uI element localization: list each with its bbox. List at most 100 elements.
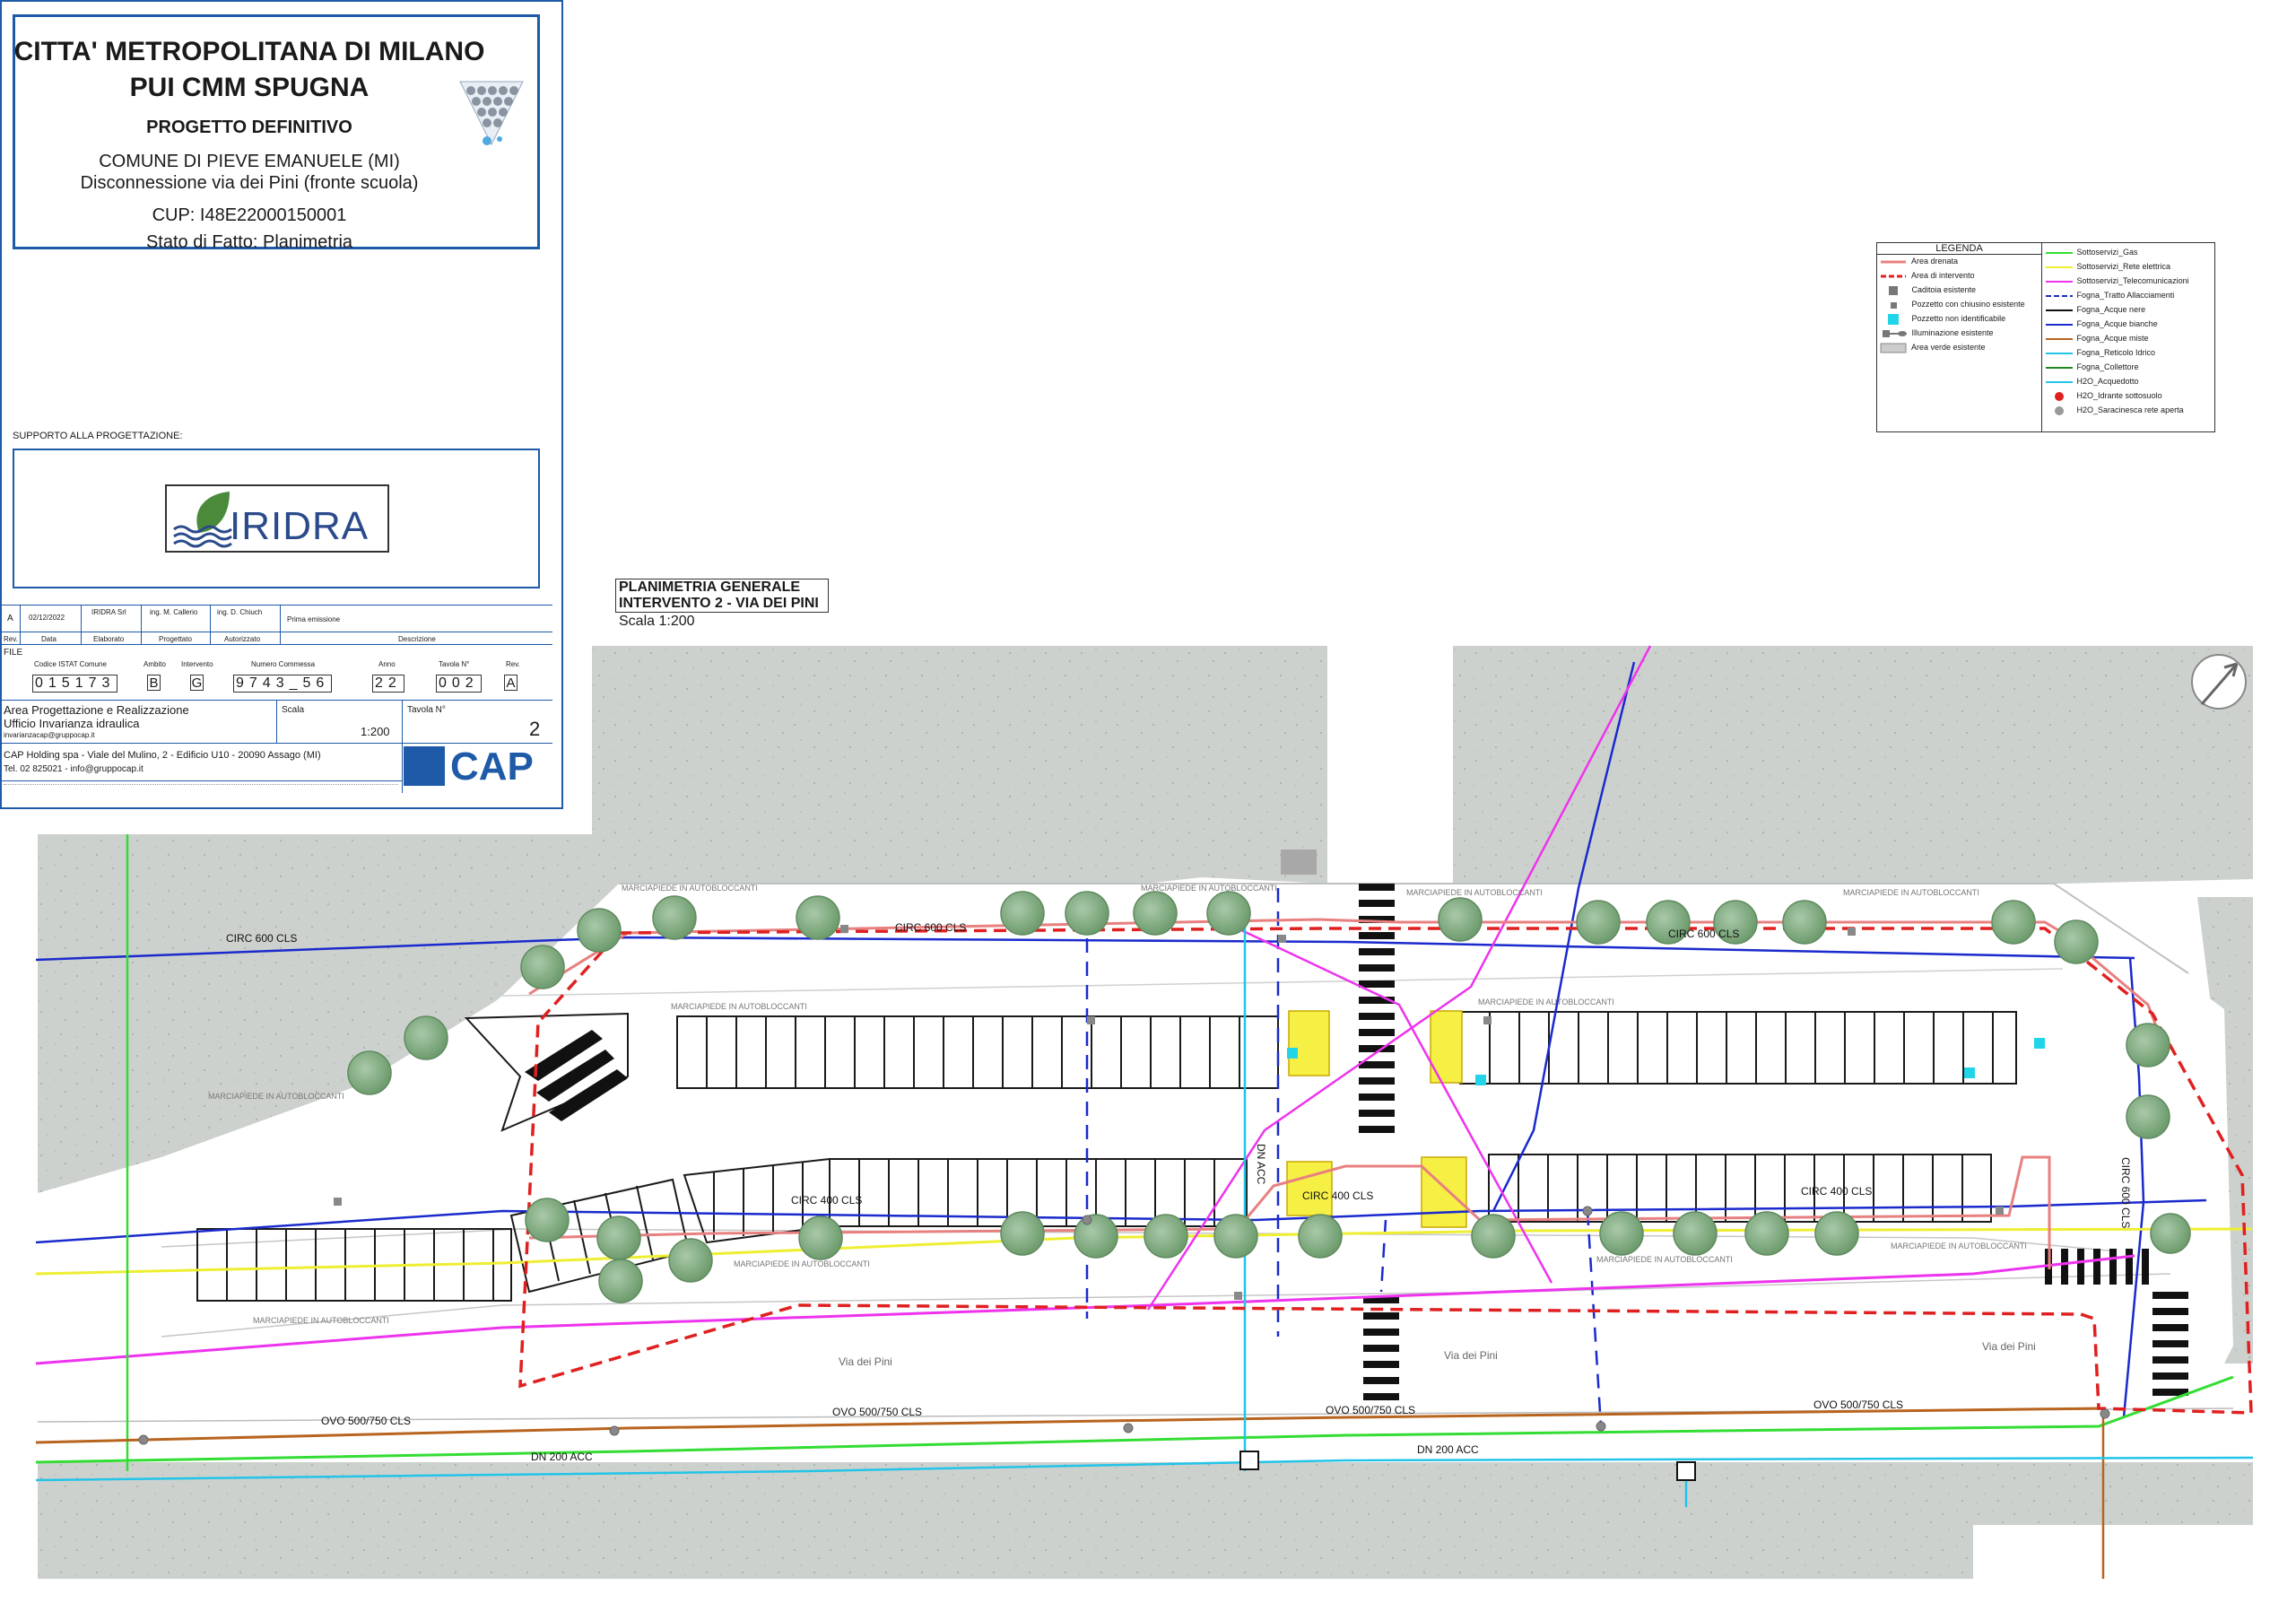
rev-date: 02/12/2022 bbox=[29, 614, 65, 622]
code-anno: 22 bbox=[372, 675, 404, 693]
code-hdr-rev: Rev. bbox=[506, 660, 520, 668]
legend-item: Pozzetto con chiusino esistente bbox=[1877, 297, 2025, 311]
hdr-progettato: Progettato bbox=[159, 635, 192, 643]
divider bbox=[2, 700, 552, 701]
hdr-elaborato: Elaborato bbox=[93, 635, 125, 643]
label-ovo-b: OVO 500/750 CLS bbox=[832, 1406, 922, 1418]
legend-item: Illuminazione esistente bbox=[1877, 326, 1994, 340]
code-commessa: 9743_56 bbox=[233, 675, 333, 693]
label-street-c: Via dei Pini bbox=[1982, 1340, 2036, 1353]
label-circ600-b: CIRC 600 CLS bbox=[895, 921, 966, 934]
legend-label: Fogna_Reticolo Idrico bbox=[2076, 348, 2156, 357]
tavola-label: Tavola N° bbox=[407, 705, 446, 715]
label-dn-b: DN 200 ACC bbox=[1417, 1443, 1479, 1456]
label-sidewalk-4: MARCIAPIEDE IN AUTOBLOCCANTI bbox=[1843, 888, 1979, 897]
code-hdr-intervento: Intervento bbox=[181, 660, 213, 668]
legend-swatch-water-network-icon bbox=[2046, 352, 2073, 354]
legend-label: Pozzetto non identificabile bbox=[1911, 314, 2006, 323]
label-dn-v: DN ACC bbox=[1255, 1144, 1267, 1185]
legend-item: Area drenata bbox=[1877, 254, 1958, 268]
divider bbox=[141, 605, 142, 644]
divider bbox=[2, 780, 402, 781]
label-sidewalk-5: MARCIAPIEDE IN AUTOBLOCCANTI bbox=[671, 1002, 807, 1011]
area-line2: Ufficio Invarianza idraulica bbox=[4, 717, 140, 730]
divider bbox=[2, 605, 552, 606]
code-rev: A bbox=[504, 675, 517, 691]
label-dn-a: DN 200 ACC bbox=[531, 1451, 593, 1463]
legend-label: Pozzetto con chiusino esistente bbox=[1911, 300, 2025, 309]
scala-value: 1:200 bbox=[361, 725, 390, 738]
title-block: CITTA' METROPOLITANA DI MILANO PUI CMM S… bbox=[0, 0, 563, 809]
cup-code: CUP: I48E22000150001 bbox=[152, 205, 347, 225]
legend-item: Fogna_Reticolo Idrico bbox=[2044, 345, 2155, 360]
legend-item: Fogna_Collettore bbox=[2044, 360, 2139, 374]
iridra-logo: IRIDRA bbox=[165, 484, 389, 553]
legend-label: H2O_Idrante sottosuolo bbox=[2076, 391, 2162, 400]
legend-label: Fogna_Acque bianche bbox=[2076, 319, 2158, 328]
legend-label: Fogna_Acque nere bbox=[2076, 305, 2146, 314]
legend-item: Area di intervento bbox=[1877, 268, 1975, 283]
divider bbox=[276, 700, 277, 743]
company-address: CAP Holding spa - Viale del Mulino, 2 - … bbox=[4, 750, 321, 761]
label-circ400-b: CIRC 400 CLS bbox=[1302, 1189, 1373, 1202]
label-sidewalk-11: MARCIAPIEDE IN AUTOBLOCCANTI bbox=[1891, 1242, 2027, 1250]
label-circ400-a: CIRC 400 CLS bbox=[791, 1194, 862, 1207]
code-tavola: 002 bbox=[436, 675, 482, 693]
legend-swatch-unknown-manhole-icon bbox=[1888, 313, 1899, 325]
code-intervento: G bbox=[190, 675, 204, 691]
rev-autorizzato: ing. D. Chiuch bbox=[217, 608, 263, 616]
legend-item: Sottoservizi_Telecomunicazioni bbox=[2044, 274, 2189, 288]
drawing-title: Stato di Fatto: Planimetria bbox=[145, 232, 353, 252]
legend-swatch-collector-icon bbox=[2046, 366, 2073, 369]
code-ambito: B bbox=[147, 675, 161, 691]
legend-item: Fogna_Tratto Allacciamenti bbox=[2044, 288, 2174, 302]
area-line1: Area Progettazione e Realizzazione bbox=[4, 703, 189, 717]
legend-label: Fogna_Collettore bbox=[2076, 362, 2139, 371]
project-phase: PROGETTO DEFINITIVO bbox=[146, 118, 352, 137]
label-circ600-v: CIRC 600 CLS bbox=[2119, 1157, 2132, 1228]
legend-label: Caditoia esistente bbox=[1911, 285, 1977, 294]
legend-label: Area di intervento bbox=[1911, 271, 1975, 280]
plan-title-line1: PLANIMETRIA GENERALE bbox=[619, 579, 801, 595]
company-contacts: Tel. 02 825021 - info@gruppocap.it bbox=[4, 764, 144, 774]
area-email: invarianzacap@gruppocap.it bbox=[4, 731, 95, 739]
legend-item: H2O_Saracinesca rete aperta bbox=[2044, 403, 2184, 417]
cap-name: CAP bbox=[450, 745, 534, 789]
legend-swatch-hydrant-icon bbox=[2055, 391, 2064, 401]
legend-swatch-intervention-icon bbox=[1881, 274, 1906, 278]
legend-item: Sottoservizi_Rete elettrica bbox=[2044, 259, 2170, 274]
legend-label: H2O_Saracinesca rete aperta bbox=[2076, 405, 2184, 414]
legend-item: Fogna_Acque nere bbox=[2044, 302, 2145, 317]
legend-swatch-connections-icon bbox=[2046, 294, 2073, 297]
legend-label: Fogna_Tratto Allacciamenti bbox=[2076, 291, 2175, 300]
label-sidewalk-2: MARCIAPIEDE IN AUTOBLOCCANTI bbox=[1141, 884, 1277, 893]
legend-swatch-black-water-icon bbox=[2046, 309, 2073, 311]
legend-swatch-white-water-icon bbox=[2046, 323, 2073, 326]
hdr-autorizzato: Autorizzato bbox=[224, 635, 261, 643]
divider bbox=[210, 605, 211, 644]
iridra-name: IRIDRA bbox=[230, 504, 370, 548]
legend-item: H2O_Idrante sottosuolo bbox=[2044, 388, 2162, 403]
legend-item: Fogna_Acque bianche bbox=[2044, 317, 2158, 331]
scala-label: Scala bbox=[282, 705, 305, 715]
intervention: Disconnessione via dei Pini (fronte scuo… bbox=[80, 173, 419, 193]
divider bbox=[280, 605, 281, 644]
label-street-b: Via dei Pini bbox=[1444, 1349, 1498, 1362]
legend-item: H2O_Acquedotto bbox=[2044, 374, 2139, 388]
leaf-wave-icon bbox=[173, 492, 232, 548]
cap-logo: CAP bbox=[404, 745, 547, 791]
divider bbox=[81, 605, 82, 644]
label-circ600-c: CIRC 600 CLS bbox=[1668, 928, 1739, 940]
support-label: SUPPORTO ALLA PROGETTAZIONE: bbox=[13, 431, 183, 441]
legend-label: Fogna_Acque miste bbox=[2076, 334, 2149, 343]
divider bbox=[2, 743, 552, 744]
legend-swatch-aqueduct-icon bbox=[2046, 380, 2073, 383]
label-sidewalk-10: MARCIAPIEDE IN AUTOBLOCCANTI bbox=[253, 1316, 389, 1325]
label-ovo-c: OVO 500/750 CLS bbox=[1326, 1404, 1415, 1416]
legend: LEGENDA Area drenata Area di intervento … bbox=[1876, 242, 2215, 432]
label-sidewalk-6: MARCIAPIEDE IN AUTOBLOCCANTI bbox=[1478, 998, 1614, 1006]
project-name: PUI CMM SPUGNA bbox=[129, 73, 370, 102]
label-circ400-c: CIRC 400 CLS bbox=[1801, 1185, 1872, 1198]
hdr-data: Data bbox=[41, 635, 57, 643]
legend-swatch-power-icon bbox=[2046, 266, 2073, 268]
